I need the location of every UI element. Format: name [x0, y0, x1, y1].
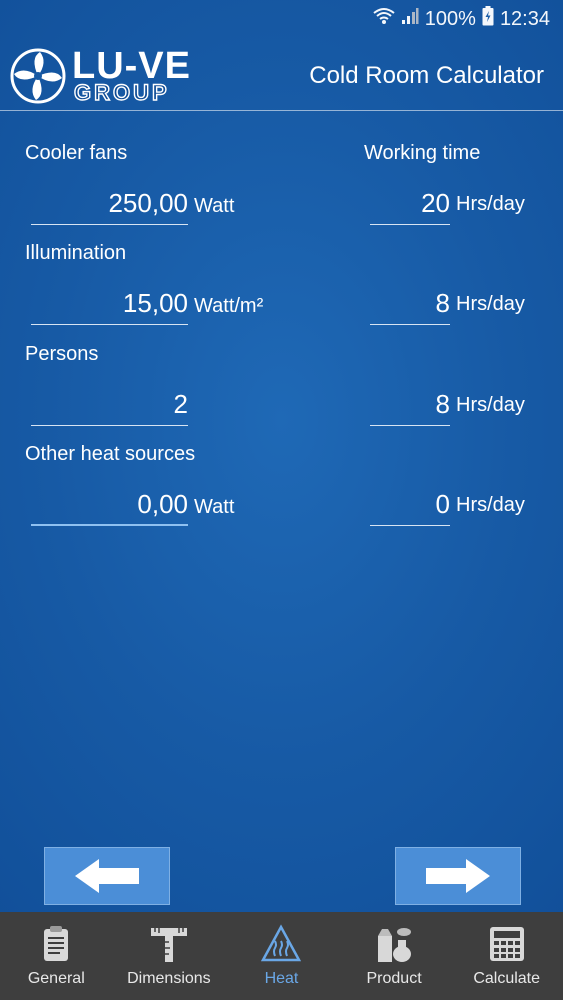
cooler-fans-input[interactable]: 250,00 — [31, 183, 188, 225]
cooler-fans-label: Cooler fans — [25, 142, 128, 164]
tab-calculate[interactable]: Calculate — [450, 912, 563, 1000]
tab-general[interactable]: General — [0, 912, 113, 1000]
other-heat-hours-unit: Hrs/day — [456, 494, 525, 516]
signal-icon — [401, 7, 419, 31]
battery-icon — [482, 6, 494, 32]
cooler-fans-hours-unit: Hrs/day — [456, 193, 525, 215]
tab-dimensions[interactable]: Dimensions — [113, 912, 226, 1000]
illumination-unit: Watt/m² — [194, 295, 264, 317]
arrow-left-icon — [75, 859, 139, 893]
luve-logo: LU-VE GROUP — [10, 44, 200, 106]
illumination-label: Illumination — [25, 242, 127, 264]
illumination-input[interactable]: 15,00 — [31, 283, 188, 325]
wifi-icon — [373, 7, 395, 31]
battery-percent: 100% — [424, 7, 476, 30]
persons-hours-unit: Hrs/day — [456, 394, 525, 416]
calculator-icon — [489, 927, 524, 961]
cooler-fans-hours-input[interactable]: 20 — [370, 183, 450, 225]
other-heat-hours-input[interactable]: 0 — [370, 484, 450, 526]
other-heat-unit: Watt — [194, 496, 235, 518]
other-heat-sources-label: Other heat sources — [25, 443, 196, 465]
status-bar: 100% 12:34 — [0, 0, 563, 38]
persons-input[interactable]: 2 — [31, 384, 188, 426]
bottom-tab-bar: General Dimensions Heat Product Calculat… — [0, 912, 563, 1000]
back-button[interactable] — [44, 847, 170, 905]
clipboard-icon — [44, 926, 69, 961]
working-time-label: Working time — [364, 142, 481, 164]
app-header: LU-VE GROUP Cold Room Calculator — [0, 38, 563, 111]
persons-label: Persons — [25, 343, 99, 365]
ruler-icon — [150, 928, 187, 962]
illumination-hours-unit: Hrs/day — [456, 293, 525, 315]
next-button[interactable] — [395, 847, 521, 905]
clock: 12:34 — [499, 7, 550, 30]
tab-heat[interactable]: Heat — [225, 912, 338, 1000]
product-icon — [378, 928, 412, 962]
cooler-fans-unit: Watt — [194, 195, 235, 217]
tab-product[interactable]: Product — [338, 912, 451, 1000]
illumination-hours-input[interactable]: 8 — [370, 283, 450, 325]
heat-icon — [261, 924, 302, 962]
page-title: Cold Room Calculator — [309, 62, 544, 89]
logo-group-text: GROUP — [73, 80, 170, 105]
arrow-right-icon — [426, 859, 490, 893]
other-heat-input[interactable]: 0,00 — [31, 484, 188, 526]
persons-hours-input[interactable]: 8 — [370, 384, 450, 426]
fan-logo-icon — [10, 48, 66, 104]
